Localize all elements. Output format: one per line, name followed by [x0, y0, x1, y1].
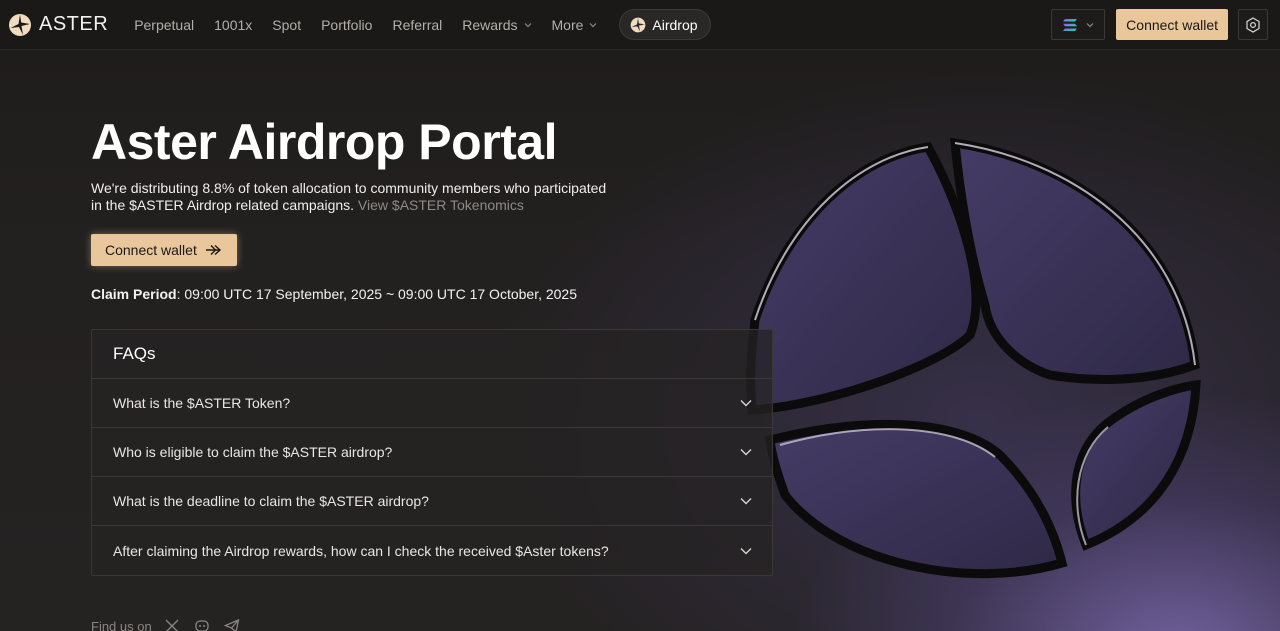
telegram-icon[interactable] [223, 618, 240, 631]
faq-item[interactable]: Who is eligible to claim the $ASTER aird… [92, 428, 772, 477]
nav-link-portfolio[interactable]: Portfolio [321, 17, 372, 33]
nav-link-1001x[interactable]: 1001x [214, 17, 252, 33]
settings-icon [1246, 16, 1260, 33]
brand-name: ASTER [39, 13, 109, 35]
chevron-down-icon [740, 498, 752, 505]
claim-period-value: : 09:00 UTC 17 September, 2025 ~ 09:00 U… [176, 286, 578, 302]
find-us-label: Find us on [91, 618, 152, 631]
hero-section: Aster Airdrop Portal We're distributing … [91, 112, 611, 302]
claim-period-label: Claim Period [91, 286, 177, 302]
chevron-down-icon [740, 449, 752, 456]
tokenomics-link[interactable]: View $ASTER Tokenomics [358, 197, 524, 213]
top-navbar: ASTER Perpetual 1001x Spot Portfolio Ref… [0, 0, 1280, 50]
chevron-down-icon [589, 22, 597, 27]
nav-airdrop-button[interactable]: Airdrop [619, 9, 711, 40]
chain-selector[interactable] [1051, 9, 1106, 40]
faq-panel: FAQs What is the $ASTER Token? Who is el… [91, 329, 773, 576]
settings-button[interactable] [1238, 9, 1268, 40]
brand-logo[interactable]: ASTER [8, 0, 108, 50]
chevron-down-icon [1086, 22, 1094, 27]
aster-logo-icon [9, 13, 31, 36]
faq-question: Who is eligible to claim the $ASTER aird… [113, 444, 393, 460]
nav-link-rewards[interactable]: Rewards [462, 17, 531, 33]
faq-question: What is the $ASTER Token? [113, 395, 291, 411]
chevron-down-icon [524, 22, 531, 27]
faq-title: FAQs [92, 330, 772, 379]
arrow-right-icon [205, 244, 221, 256]
nav-link-more[interactable]: More [552, 17, 598, 33]
x-icon[interactable] [164, 618, 180, 631]
social-links: Find us on [91, 618, 254, 631]
faq-question: After claiming the Airdrop rewards, how … [113, 542, 609, 559]
faq-item[interactable]: After claiming the Airdrop rewards, how … [92, 526, 772, 575]
faq-item[interactable]: What is the $ASTER Token? [92, 379, 772, 428]
nav-actions: Connect wallet [1051, 9, 1268, 40]
aster-emblem-illustration [746, 137, 1201, 579]
connect-wallet-button[interactable]: Connect wallet [1116, 9, 1228, 40]
hero-description-text: We're distributing 8.8% of token allocat… [91, 180, 607, 213]
solana-icon [1063, 18, 1078, 31]
claim-period: Claim Period: 09:00 UTC 17 September, 20… [91, 286, 611, 302]
nav-link-referral[interactable]: Referral [392, 17, 442, 33]
chevron-down-icon [740, 547, 752, 554]
aster-logo-icon [631, 17, 646, 32]
discord-icon[interactable] [194, 618, 210, 631]
hero-connect-wallet-button[interactable]: Connect wallet [91, 234, 237, 266]
nav-link-perpetual[interactable]: Perpetual [134, 17, 194, 33]
page-title: Aster Airdrop Portal [91, 114, 558, 170]
chevron-down-icon [740, 400, 752, 407]
nav-link-spot[interactable]: Spot [272, 17, 301, 33]
main-nav: Perpetual 1001x Spot Portfolio Referral … [134, 9, 711, 40]
faq-question: What is the deadline to claim the $ASTER… [113, 493, 429, 509]
hero-description: We're distributing 8.8% of token allocat… [91, 180, 611, 214]
faq-item[interactable]: What is the deadline to claim the $ASTER… [92, 477, 772, 526]
